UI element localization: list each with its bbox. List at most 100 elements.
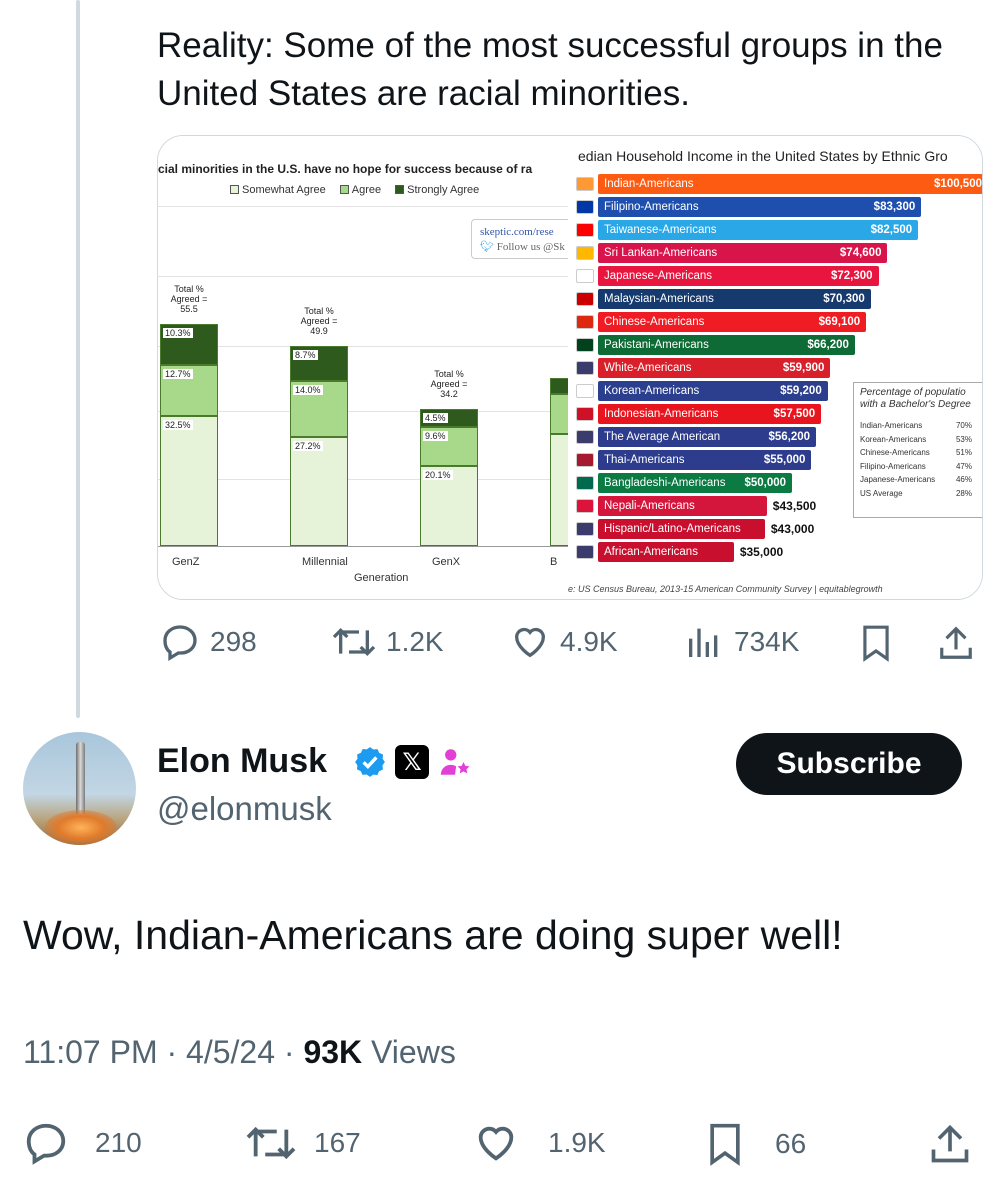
bookmark-icon bbox=[710, 1123, 740, 1166]
quoted-bookmark-button[interactable] bbox=[857, 622, 895, 664]
income-bar-label: Pakistani-Americans bbox=[604, 339, 709, 351]
quoted-reply-count: 298 bbox=[210, 626, 257, 657]
repost-count: 167 bbox=[314, 1127, 361, 1158]
income-bar: Bangladeshi-Americans $50,000 bbox=[598, 473, 793, 493]
income-bar-label: Filipino-Americans bbox=[604, 201, 699, 213]
income-bar: Indian-Americans $100,500 bbox=[598, 174, 982, 194]
quoted-repost-count: 1.2K bbox=[386, 626, 444, 657]
income-bar-value: $57,500 bbox=[773, 408, 816, 420]
post-media-image[interactable]: cial minorities in the U.S. have no hope… bbox=[157, 135, 983, 600]
verified-badge-icon[interactable] bbox=[353, 745, 387, 779]
income-bar-label: Taiwanese-Americans bbox=[604, 224, 717, 236]
author-handle[interactable]: @elonmusk bbox=[157, 790, 332, 828]
income-bar-value: $72,300 bbox=[830, 270, 873, 282]
flag-icon bbox=[576, 545, 594, 559]
flag-icon bbox=[576, 430, 594, 444]
share-icon bbox=[931, 1124, 969, 1163]
reply-icon bbox=[26, 1123, 66, 1165]
share-button[interactable] bbox=[928, 1120, 972, 1168]
stacked-bar-segment: 14.0% bbox=[290, 381, 348, 438]
subscribe-button[interactable]: Subscribe bbox=[736, 733, 962, 795]
post-text: Wow, Indian-Americans are doing super we… bbox=[23, 912, 843, 958]
quoted-reply-button[interactable]: 298 bbox=[160, 622, 257, 662]
income-bar-row: Taiwanese-Americans $82,500 bbox=[598, 220, 919, 240]
income-bar-value: $66,200 bbox=[807, 339, 849, 351]
stacked-bar-segment: 32.5% bbox=[160, 416, 218, 546]
thread-line bbox=[76, 0, 80, 718]
person-star-icon bbox=[440, 749, 470, 775]
legend-item-agree: Agree bbox=[339, 184, 381, 196]
like-button[interactable]: 1.9K bbox=[472, 1120, 606, 1166]
post-time[interactable]: 11:07 PM · 4/5/24 · bbox=[23, 1034, 303, 1070]
income-bar: Thai-Americans $55,000 bbox=[598, 450, 812, 470]
quoted-views-button[interactable]: 734K bbox=[684, 622, 799, 662]
category-label: Millennial bbox=[302, 556, 348, 568]
right-chart-title: edian Household Income in the United Sta… bbox=[578, 148, 948, 164]
bar-total-label: Total % Agreed = 34.2 bbox=[430, 369, 468, 400]
income-bar-label: Japanese-Americans bbox=[604, 270, 713, 282]
income-bar-label: African-Americans bbox=[604, 546, 698, 558]
income-bar-label: Bangladeshi-Americans bbox=[604, 477, 726, 489]
flag-icon bbox=[576, 223, 594, 237]
quoted-like-button[interactable]: 4.9K bbox=[510, 622, 618, 662]
reply-count: 210 bbox=[95, 1127, 142, 1158]
x-affiliate-badge[interactable]: 𝕏 bbox=[395, 745, 429, 779]
analytics-icon bbox=[689, 628, 718, 657]
heart-icon bbox=[514, 627, 546, 658]
income-bar-value: $69,100 bbox=[818, 316, 861, 328]
flag-icon bbox=[576, 407, 594, 421]
income-bar-label: The Average American bbox=[604, 431, 721, 443]
bookmark-button[interactable]: 66 bbox=[703, 1120, 806, 1168]
author-name[interactable]: Elon Musk bbox=[157, 742, 327, 781]
bar-total-label: Total % Agreed = 49.9 bbox=[300, 306, 338, 337]
right-chart: edian Household Income in the United Sta… bbox=[568, 136, 982, 599]
stacked-bar-segment: 9.6% bbox=[420, 427, 478, 466]
segment-value-label: 9.6% bbox=[423, 431, 448, 442]
income-bar-label: Chinese-Americans bbox=[604, 316, 705, 328]
left-chart-legend: Somewhat Agree Agree Strongly Agree bbox=[230, 184, 479, 196]
quoted-repost-button[interactable]: 1.2K bbox=[332, 622, 444, 662]
segment-value-label: 4.5% bbox=[423, 413, 448, 424]
segment-value-label: 10.3% bbox=[163, 328, 193, 338]
income-bar-value: $50,000 bbox=[744, 477, 787, 489]
flag-icon bbox=[576, 476, 594, 490]
income-bar-row: Chinese-Americans $69,100 bbox=[598, 312, 867, 332]
income-bar-row: Hispanic/Latino-Americans bbox=[598, 519, 765, 539]
legend-item-somewhat: Somewhat Agree bbox=[230, 184, 326, 196]
income-bar-row: Filipino-Americans $83,300 bbox=[598, 197, 922, 217]
reply-button[interactable]: 210 bbox=[23, 1120, 142, 1166]
repost-button[interactable]: 167 bbox=[246, 1120, 361, 1166]
quoted-share-button[interactable] bbox=[937, 622, 975, 664]
avatar[interactable] bbox=[23, 732, 136, 845]
bachelor-row: Japanese-Americans 46% bbox=[860, 475, 972, 484]
left-chart: cial minorities in the U.S. have no hope… bbox=[158, 136, 568, 599]
income-bar: Nepali-Americans bbox=[598, 496, 767, 516]
views-label: Views bbox=[362, 1034, 456, 1070]
income-bar-row: Bangladeshi-Americans $50,000 bbox=[598, 473, 793, 493]
income-bar: Pakistani-Americans $66,200 bbox=[598, 335, 855, 355]
income-bar-label: Nepali-Americans bbox=[604, 500, 695, 512]
bar-total-label: Total % Agreed = 55.5 bbox=[170, 284, 208, 314]
stacked-bar-segment: 10.3% bbox=[160, 324, 218, 366]
income-bar-label: White-Americans bbox=[604, 362, 692, 374]
bird-icon: 🐦︎ bbox=[480, 241, 494, 253]
repost-icon bbox=[246, 1126, 296, 1160]
income-bar: White-Americans $59,900 bbox=[598, 358, 831, 378]
income-bar-value: $43,500 bbox=[772, 499, 817, 513]
income-bar-value: $70,300 bbox=[823, 293, 865, 305]
income-bar-value: $74,600 bbox=[839, 247, 882, 259]
legend-item-strong: Strongly Agree bbox=[395, 184, 479, 196]
income-bar-row: Sri Lankan-Americans $74,600 bbox=[598, 243, 888, 263]
bookmark-count: 66 bbox=[775, 1128, 807, 1159]
bachelor-row: Filipino-Americans 47% bbox=[860, 461, 972, 471]
income-bar-row: Korean-Americans $59,200 bbox=[598, 381, 828, 401]
right-chart-source: e: US Census Bureau, 2013-15 American Co… bbox=[568, 584, 883, 594]
quoted-like-count: 4.9K bbox=[560, 626, 618, 657]
income-bar: Chinese-Americans $69,100 bbox=[598, 312, 867, 332]
flag-icon bbox=[576, 200, 594, 214]
segment-value-label: 8.7% bbox=[293, 350, 318, 361]
income-bar-value: $100,500 bbox=[934, 178, 982, 190]
income-bar: Malaysian-Americans $70,300 bbox=[598, 289, 871, 309]
category-label: GenZ bbox=[172, 556, 200, 568]
income-bar: Indonesian-Americans $57,500 bbox=[598, 404, 822, 424]
